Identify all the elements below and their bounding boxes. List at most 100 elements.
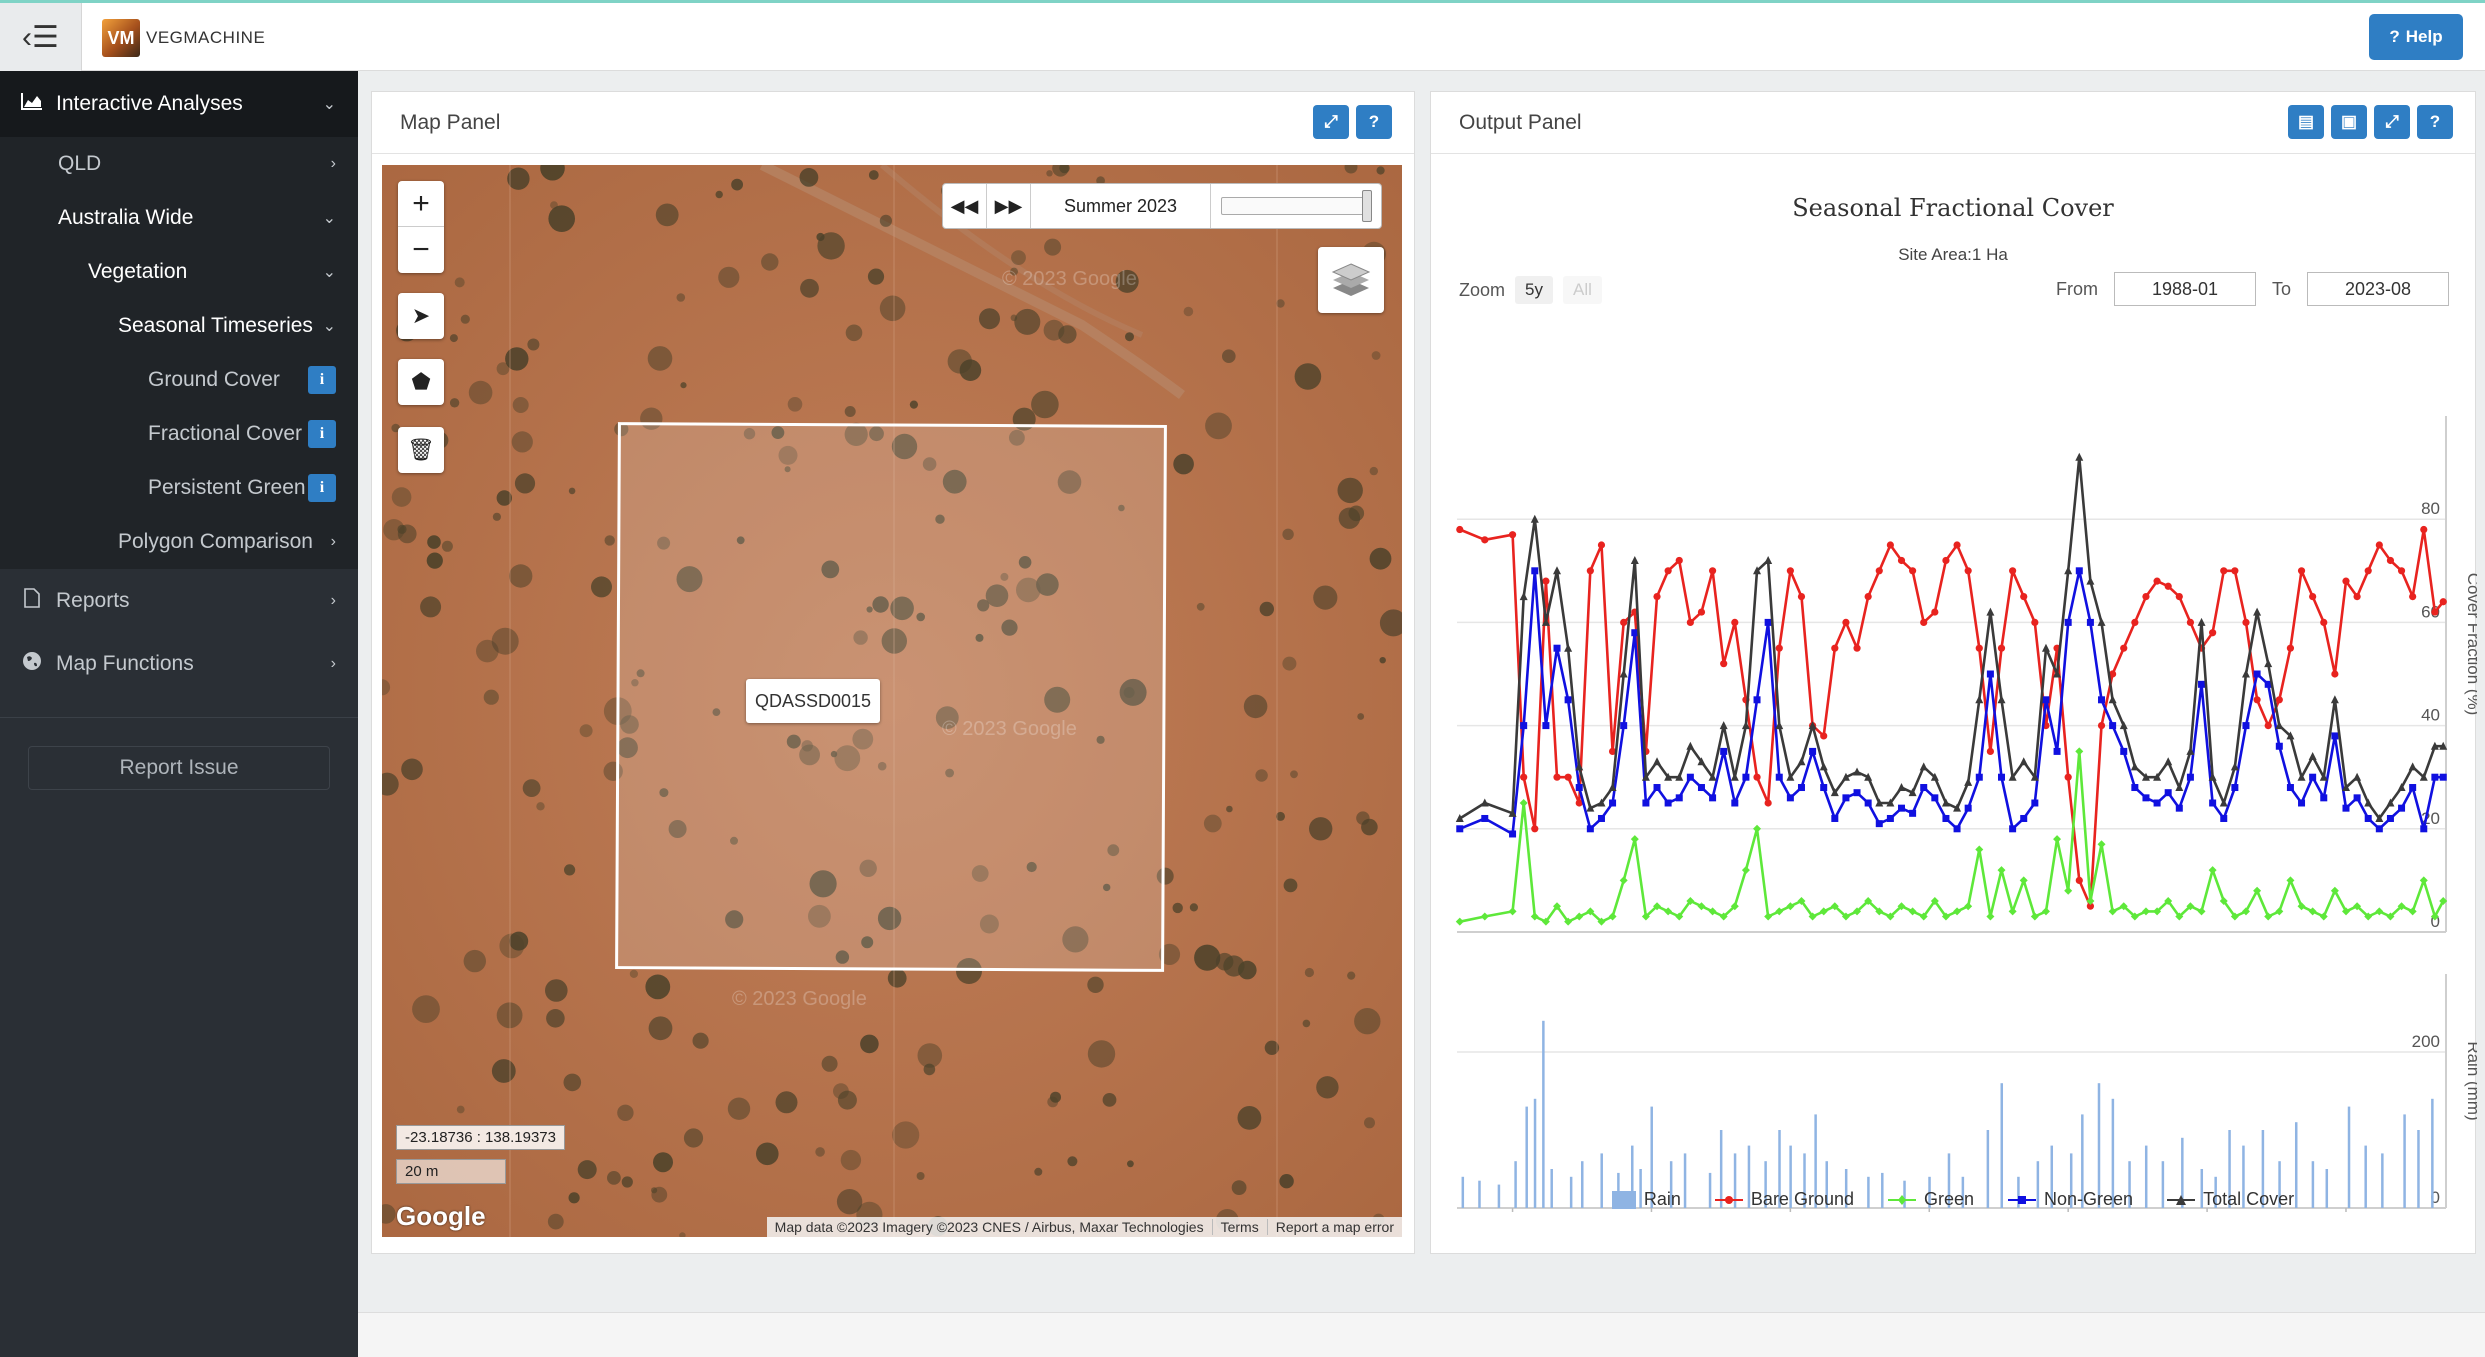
sidebar-toggle-icon: ‹☰ xyxy=(22,20,59,54)
zoom-all-button[interactable]: All xyxy=(1562,276,1602,304)
slider-thumb[interactable] xyxy=(1362,190,1372,222)
data-point-total-cover xyxy=(1553,566,1562,575)
sidebar-item-polygon-comparison[interactable]: Polygon Comparison › xyxy=(0,515,358,569)
panel-title: Output Panel xyxy=(1459,110,1582,134)
shrub xyxy=(860,1034,879,1054)
data-point-non-green xyxy=(2109,722,2117,730)
polygon-label[interactable]: QDASSD0015 xyxy=(746,679,880,723)
data-point-non-green xyxy=(1975,773,1983,781)
shrub xyxy=(1309,817,1333,841)
panel-help-button[interactable]: ? xyxy=(2417,105,2453,139)
shrub xyxy=(1376,166,1385,175)
expand-button[interactable]: ⤢ xyxy=(2374,105,2410,139)
step-back-button[interactable]: ◀◀ xyxy=(943,184,987,228)
legend-item-total-cover[interactable]: Total Cover xyxy=(2167,1189,2294,1210)
legend-swatch-non-green xyxy=(2008,1195,2037,1204)
shrub xyxy=(1371,351,1381,360)
sidebar-item-fractional-cover[interactable]: Fractional Cover i xyxy=(0,407,358,461)
map-view[interactable]: + − ➤ ⬟ 🗑 ◀◀ ▶▶ Summer 2023 QDASSD0015 -… xyxy=(382,165,1402,1237)
from-date-input[interactable]: 1988-01 xyxy=(2113,272,2256,306)
sidebar-section-analyses: Interactive Analyses ⌄ QLD › Australia W… xyxy=(0,71,358,569)
data-point-bare-ground xyxy=(1875,567,1883,575)
shrub xyxy=(756,1142,779,1166)
export-csv-button[interactable]: ▤ xyxy=(2288,105,2324,139)
shrub xyxy=(718,266,740,288)
data-point-bare-ground xyxy=(1520,773,1528,781)
shrub xyxy=(1379,657,1386,664)
sidebar-divider xyxy=(0,717,358,718)
data-point-bare-ground xyxy=(1720,660,1728,668)
layers-button[interactable] xyxy=(1318,247,1384,313)
zoom-5y-button[interactable]: 5y xyxy=(1515,276,1553,304)
export-image-button[interactable]: ▣ xyxy=(2331,105,2367,139)
data-point-bare-ground xyxy=(1797,593,1806,601)
sidebar-item-vegetation[interactable]: Vegetation ⌄ xyxy=(0,245,358,299)
report-map-error-link[interactable]: Report a map error xyxy=(1266,1219,1402,1235)
sidebar-item-australia-wide[interactable]: Australia Wide ⌄ xyxy=(0,191,358,245)
panel-help-button[interactable]: ? xyxy=(1356,105,1392,139)
info-icon[interactable]: i xyxy=(308,420,336,448)
layers-icon xyxy=(1331,263,1371,296)
data-point-green xyxy=(2041,907,2050,916)
shrub xyxy=(536,802,545,811)
legend-swatch-green xyxy=(1887,1194,1916,1205)
data-point-non-green xyxy=(2164,789,2172,797)
data-point-bare-ground xyxy=(1597,541,1606,549)
map-panel: Map Panel ⤢ ? + − ➤ ⬟ 🗑 ◀◀ ▶▶ Summer 202… xyxy=(371,91,1415,1254)
zoom-out-button[interactable]: − xyxy=(398,227,444,273)
sidebar-item-qld[interactable]: QLD › xyxy=(0,137,358,191)
locate-button[interactable]: ➤ xyxy=(398,293,444,339)
time-slider[interactable] xyxy=(1221,190,1372,222)
shrub xyxy=(507,167,530,190)
data-point-bare-ground xyxy=(1864,593,1872,601)
data-point-green xyxy=(2019,876,2028,885)
sidebar-item-map-functions[interactable]: Map Functions › xyxy=(0,633,358,695)
sidebar-item-ground-cover[interactable]: Ground Cover i xyxy=(0,353,358,407)
terms-link[interactable]: Terms xyxy=(1211,1219,1267,1235)
legend-item-green[interactable]: Green xyxy=(1887,1189,1974,1210)
sidebar-toggle-button[interactable]: ‹☰ xyxy=(0,3,82,71)
shrub xyxy=(676,293,686,302)
sidebar-item-interactive-analyses[interactable]: Interactive Analyses ⌄ xyxy=(0,71,358,137)
brand-name: VEGMACHINE xyxy=(146,28,266,47)
sidebar-item-reports[interactable]: Reports › xyxy=(0,569,358,633)
report-issue-button[interactable]: Report Issue xyxy=(28,746,330,790)
data-point-bare-ground xyxy=(1664,567,1672,575)
info-icon[interactable]: i xyxy=(308,474,336,502)
legend-item-rain[interactable]: Rain xyxy=(1611,1189,1681,1210)
data-point-green xyxy=(2064,886,2073,895)
draw-polygon-button[interactable]: ⬟ xyxy=(398,359,444,405)
delete-button[interactable]: 🗑 xyxy=(398,427,444,473)
shrub xyxy=(568,1192,580,1204)
shrub xyxy=(1125,332,1134,342)
to-date-input[interactable]: 2023-08 xyxy=(2307,272,2449,306)
data-point-bare-ground xyxy=(1686,618,1694,626)
shrub xyxy=(483,689,499,705)
sidebar-item-persistent-green[interactable]: Persistent Green i xyxy=(0,461,358,515)
help-button[interactable]: ? Help xyxy=(2369,14,2463,60)
data-point-non-green xyxy=(2331,732,2339,740)
data-point-non-green xyxy=(2309,773,2317,781)
shrub xyxy=(1031,390,1059,419)
info-icon[interactable]: i xyxy=(308,366,336,394)
shrub xyxy=(617,1104,634,1121)
step-forward-button[interactable]: ▶▶ xyxy=(987,184,1031,228)
legend-item-non-green[interactable]: Non-Green xyxy=(2008,1189,2133,1210)
data-point-non-green xyxy=(2439,773,2447,781)
data-point-total-cover xyxy=(2308,752,2317,761)
data-point-green xyxy=(2008,907,2017,916)
zoom-in-button[interactable]: + xyxy=(398,181,444,227)
data-point-non-green xyxy=(2042,696,2050,704)
shrub xyxy=(1283,878,1298,893)
shrub xyxy=(509,931,529,951)
data-point-non-green xyxy=(1609,799,1617,807)
expand-button[interactable]: ⤢ xyxy=(1313,105,1349,139)
legend-item-bare-ground[interactable]: Bare Ground xyxy=(1714,1189,1854,1210)
data-point-non-green xyxy=(2086,618,2094,626)
globe-icon xyxy=(20,651,44,677)
sidebar-item-seasonal-timeseries[interactable]: Seasonal Timeseries ⌄ xyxy=(0,299,358,353)
scale-bar: 20 m xyxy=(396,1159,506,1184)
shrub xyxy=(621,1176,633,1188)
shrub xyxy=(1316,1076,1339,1099)
fractional-cover-chart[interactable]: 020406080Cover Fraction (%)0200 Rain (mm)… xyxy=(1431,312,2477,1212)
